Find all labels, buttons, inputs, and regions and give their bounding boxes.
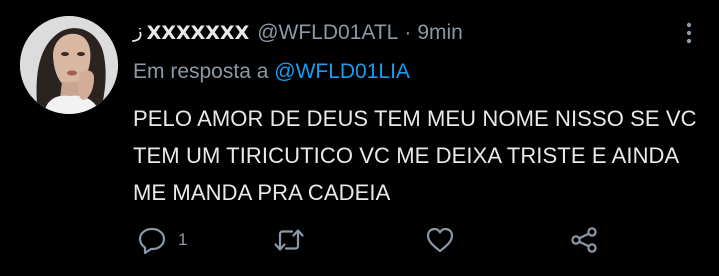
vertical-ellipsis-icon (686, 22, 692, 44)
display-name[interactable]: XXXXXXX (147, 22, 250, 44)
reply-button[interactable]: 1 (137, 222, 187, 258)
avatar-image (20, 16, 118, 114)
reply-mention-link[interactable]: @WFLD01LIA (274, 60, 410, 83)
reply-context: Em resposta a @WFLD01LIA (133, 60, 410, 84)
reply-prefix: Em resposta a (133, 60, 269, 83)
tweet[interactable]: ز XXXXXXX @WFLD01ATL · 9min Em resposta … (0, 0, 719, 276)
retweet-icon (274, 229, 304, 251)
name-prefix: ز (133, 19, 143, 42)
share-icon (571, 227, 597, 253)
avatar[interactable] (20, 16, 118, 114)
retweet-button[interactable] (273, 222, 305, 258)
share-button[interactable] (569, 222, 599, 258)
tweet-header: ز XXXXXXX @WFLD01ATL · 9min (133, 20, 463, 46)
reply-count: 1 (178, 230, 188, 249)
timestamp[interactable]: 9min (417, 21, 463, 45)
tweet-text: PELO AMOR DE DEUS TEM MEU NOME NISSO SE … (133, 106, 697, 205)
separator-dot: · (404, 21, 412, 44)
user-handle[interactable]: @WFLD01ATL (257, 21, 398, 45)
more-options-button[interactable] (685, 22, 693, 44)
action-bar: 1 (133, 222, 613, 258)
comment-icon (138, 227, 166, 255)
like-button[interactable] (425, 222, 455, 258)
heart-icon (426, 227, 454, 253)
